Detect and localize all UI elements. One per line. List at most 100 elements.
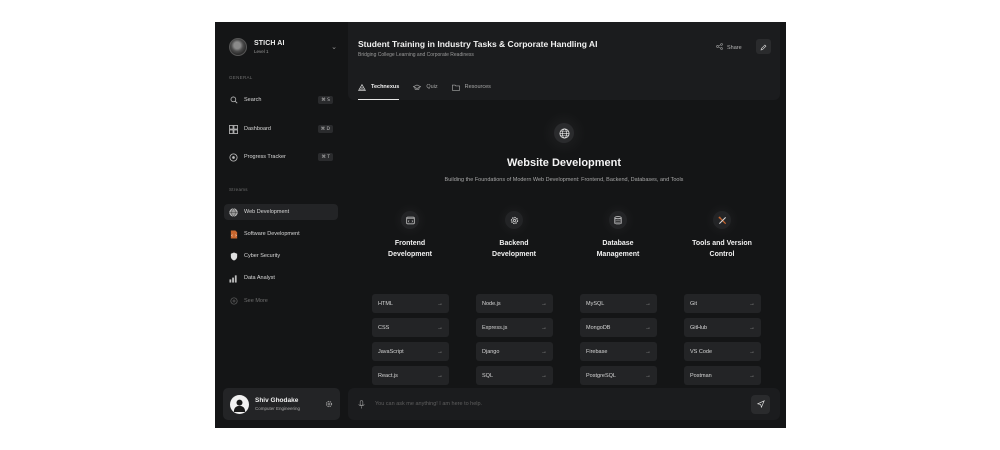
section-subtitle: Building the Foundations of Modern Web D… xyxy=(444,177,684,183)
gear-icon xyxy=(505,211,523,229)
sidebar-item-label: Web Development xyxy=(244,209,290,215)
sidebar-item-dashboard[interactable]: Dashboard ⌘ D xyxy=(224,121,338,137)
pencil-icon xyxy=(760,38,767,56)
brand-level: Level 1 xyxy=(254,48,269,54)
topic-chip-mysql[interactable]: MySQL → xyxy=(580,294,657,313)
app-window: STICH AI Level 1 ⌄ GENERAL Search ⌘ S Da… xyxy=(215,22,786,428)
sidebar-item-label: See More xyxy=(244,298,268,304)
triangle-icon xyxy=(358,83,366,91)
topic-chip-sql[interactable]: SQL → xyxy=(476,366,553,385)
arrow-right-icon: → xyxy=(749,324,755,331)
code-file-icon xyxy=(229,229,238,239)
browser-code-icon xyxy=(401,211,419,229)
dashboard-icon xyxy=(229,124,238,134)
share-icon xyxy=(716,43,723,52)
arrow-right-icon: → xyxy=(749,348,755,355)
plus-circle-icon xyxy=(229,297,238,306)
column-title: Backend Development xyxy=(492,240,536,258)
tab-technexus[interactable]: Technexus xyxy=(358,76,400,100)
globe-icon xyxy=(554,123,574,143)
topic-chip-firebase[interactable]: Firebase → xyxy=(580,342,657,361)
topic-chip-javascript[interactable]: JavaScript → xyxy=(372,342,449,361)
sidebar-item-label: Software Development xyxy=(244,231,300,237)
topic-chip-expressjs[interactable]: Express.js → xyxy=(476,318,553,337)
arrow-right-icon: → xyxy=(437,372,443,379)
arrow-right-icon: → xyxy=(749,300,755,307)
avatar xyxy=(230,394,249,414)
arrow-right-icon: → xyxy=(645,300,651,307)
bar-chart-icon xyxy=(229,274,238,283)
arrow-right-icon: → xyxy=(437,324,443,331)
topic-chip-vscode[interactable]: VS Code → xyxy=(684,342,761,361)
topic-chip-github[interactable]: GitHub → xyxy=(684,318,761,337)
column-title: Frontend Development xyxy=(388,240,432,258)
sidebar-item-see-more[interactable]: See More xyxy=(224,293,338,309)
sidebar-item-software-development[interactable]: Software Development xyxy=(224,226,338,242)
folder-icon xyxy=(451,84,460,91)
user-profile-card[interactable]: Shiv Ghodake Computer Engineering xyxy=(223,388,340,420)
main-content: Website Development Building the Foundat… xyxy=(348,100,780,385)
page-subtitle: Bridging College Learning and Corporate … xyxy=(358,52,474,58)
topic-chip-git[interactable]: Git → xyxy=(684,294,761,313)
arrow-right-icon: → xyxy=(541,348,547,355)
arrow-right-icon: → xyxy=(749,372,755,379)
brand-switcher[interactable]: STICH AI Level 1 ⌄ xyxy=(229,37,337,57)
database-icon xyxy=(609,211,627,229)
sidebar-item-label: Dashboard xyxy=(244,126,271,132)
topic-chip-django[interactable]: Django → xyxy=(476,342,553,361)
globe-icon xyxy=(229,207,238,217)
shortcut-badge: ⌘ T xyxy=(318,153,333,161)
column-title: Tools and Version Control xyxy=(692,240,752,258)
arrow-right-icon: → xyxy=(437,300,443,307)
microphone-icon[interactable] xyxy=(358,399,365,409)
chat-input[interactable] xyxy=(375,401,705,407)
arrow-right-icon: → xyxy=(645,372,651,379)
sidebar-item-label: Search xyxy=(244,97,262,103)
gear-icon[interactable] xyxy=(325,395,333,413)
sidebar: STICH AI Level 1 ⌄ GENERAL Search ⌘ S Da… xyxy=(215,22,343,428)
arrow-right-icon: → xyxy=(541,324,547,331)
topic-chip-reactjs[interactable]: React.js → xyxy=(372,366,449,385)
tools-icon xyxy=(713,211,731,229)
topic-chip-postgresql[interactable]: PostgreSQL → xyxy=(580,366,657,385)
arrow-right-icon: → xyxy=(645,324,651,331)
section-title: Website Development xyxy=(506,157,622,169)
topic-chip-html[interactable]: HTML → xyxy=(372,294,449,313)
shortcut-badge: ⌘ S xyxy=(318,96,333,104)
sidebar-item-data-analyst[interactable]: Data Analyst xyxy=(224,270,338,286)
chat-composer xyxy=(348,388,780,420)
sidebar-item-cyber-security[interactable]: Cyber Security xyxy=(224,248,338,264)
share-button[interactable]: Share xyxy=(716,43,742,52)
user-role: Computer Engineering xyxy=(255,406,301,411)
topic-chip-css[interactable]: CSS → xyxy=(372,318,449,337)
chevron-down-icon[interactable]: ⌄ xyxy=(331,43,337,51)
search-icon xyxy=(229,96,238,105)
share-label: Share xyxy=(727,44,742,51)
sidebar-item-label: Data Analyst xyxy=(244,275,275,281)
send-icon xyxy=(756,395,765,413)
send-button[interactable] xyxy=(751,394,770,414)
user-name: Shiv Ghodake xyxy=(255,397,299,404)
topic-chip-mongodb[interactable]: MongoDB → xyxy=(580,318,657,337)
sidebar-item-search[interactable]: Search ⌘ S xyxy=(224,92,338,108)
topic-chip-postman[interactable]: Postman → xyxy=(684,366,761,385)
topic-chip-nodejs[interactable]: Node.js → xyxy=(476,294,553,313)
sidebar-item-label: Cyber Security xyxy=(244,253,281,259)
arrow-right-icon: → xyxy=(541,300,547,307)
shield-icon xyxy=(229,251,238,261)
column-title: Database Management xyxy=(596,240,640,258)
brand-avatar xyxy=(229,38,247,56)
tab-quiz[interactable]: Quiz xyxy=(413,76,438,98)
header: Student Training in Industry Tasks & Cor… xyxy=(348,22,780,100)
edit-button[interactable] xyxy=(756,39,771,54)
page-title: Student Training in Industry Tasks & Cor… xyxy=(358,39,598,49)
brand-name: STICH AI xyxy=(254,40,285,48)
tab-resources[interactable]: Resources xyxy=(451,76,491,98)
sidebar-item-web-development[interactable]: Web Development xyxy=(224,204,338,220)
shortcut-badge: ⌘ D xyxy=(317,125,333,133)
arrow-right-icon: → xyxy=(437,348,443,355)
sidebar-item-progress-tracker[interactable]: Progress Tracker ⌘ T xyxy=(224,149,338,165)
arrow-right-icon: → xyxy=(645,348,651,355)
arrow-right-icon: → xyxy=(541,372,547,379)
graduation-cap-icon xyxy=(413,84,422,91)
